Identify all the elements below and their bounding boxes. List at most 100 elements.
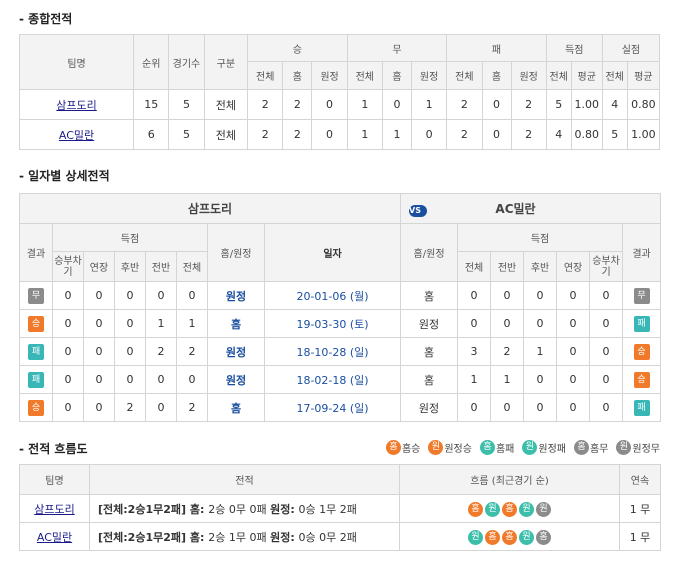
score-cell: 0: [83, 393, 115, 422]
daily-section-title: - 일자별 상세전적: [19, 169, 110, 183]
match-row: 승 0 0 0 1 1 홈 19-03-30 (토) 원정 0 0 0 0 0 패: [19, 309, 662, 338]
flow-circle-icon: 원: [536, 501, 551, 517]
score-cell: 0: [589, 393, 624, 422]
score-cell: 0: [83, 337, 115, 366]
score-cell: 0: [490, 281, 525, 310]
sub-total: 전체: [247, 61, 284, 90]
legend-item: 홈 홈승: [385, 440, 420, 455]
match-row: 무 0 0 0 0 0 원정 20-01-06 (월) 홈 0 0 0 0 0 무: [19, 281, 662, 310]
legend-item: 홈 홈무: [573, 440, 608, 455]
score-cell: 0: [523, 309, 558, 338]
legend-circle-icon: 홈: [479, 440, 495, 455]
score-cell: 0: [114, 281, 146, 310]
date-cell: 19-03-30 (토): [263, 309, 402, 338]
col-loss: 패: [446, 34, 547, 62]
score-cell: 1: [490, 365, 525, 394]
flow-circle-icon: 홈: [468, 501, 483, 517]
team-cell: AC밀란: [19, 522, 90, 551]
team-cell: AC밀란: [18, 119, 135, 150]
col-scored: 득점: [545, 34, 603, 62]
result-badge: 무: [633, 287, 650, 304]
sub-first: 전반: [145, 251, 177, 282]
record-away-label: 원정:: [270, 502, 299, 516]
sub-total: 전체: [545, 61, 572, 90]
stat-cell: 1: [346, 119, 383, 150]
stat-cell: 1: [346, 89, 383, 120]
score-cell: 0: [589, 309, 624, 338]
record-cell: [전체:2승1무2패] 홈: 2승 0무 0패 원정: 0승 1무 2패: [89, 494, 400, 523]
team-link[interactable]: AC밀란: [37, 531, 72, 544]
score-cell: 0: [523, 393, 558, 422]
col-type: 구분: [203, 34, 249, 90]
sub-avg: 평균: [626, 61, 661, 90]
score-cell: 0: [176, 281, 208, 310]
stat-cell: 0: [311, 89, 348, 120]
result-badge: 승: [28, 399, 44, 416]
match-row: 승 0 0 2 0 2 홈 17-09-24 (일) 원정 0 0 0 0 0 패: [19, 393, 662, 422]
summary-section-title: - 종합전적: [19, 12, 73, 26]
sub-second: 후반: [523, 251, 558, 282]
legend-label: 원정패: [538, 444, 566, 455]
score-cell: 0: [490, 393, 525, 422]
result-badge: 승: [633, 371, 650, 388]
stat-cell: 2: [446, 119, 483, 150]
venue-left-cell: 홈: [207, 393, 265, 422]
sub-home: 홈: [381, 61, 412, 90]
team-link[interactable]: 삼프도리: [34, 503, 74, 516]
score-cell: 0: [457, 393, 492, 422]
flow-row: 삼프도리 [전체:2승1무2패] 홈: 2승 0무 0패 원정: 0승 1무 2패…: [19, 494, 661, 523]
flow-col-record: 전적: [89, 464, 400, 495]
legend-circle-icon: 원: [428, 440, 444, 455]
sub-away: 원정: [510, 61, 547, 90]
col-date: 일자: [263, 223, 402, 282]
rank-cell: 15: [133, 89, 170, 120]
stat-cell: 0.80: [570, 119, 603, 150]
sub-shootout: 승부차기: [52, 251, 84, 282]
sub-extra: 연장: [83, 251, 115, 282]
score-cell: 0: [145, 365, 177, 394]
record-home-label: 홈:: [189, 530, 209, 544]
team-link[interactable]: 삼프도리: [56, 99, 96, 112]
result-badge: 패: [633, 315, 650, 332]
result-left-cell: 승: [19, 309, 53, 338]
type-cell: 전체: [203, 89, 249, 120]
record-home: 2승 0무 0패: [208, 502, 271, 516]
daily-table: 삼프도리 VS AC밀란 결과 득점 홈/원정 일자 홈/원정 득점 결과 승부…: [18, 193, 662, 422]
score-cell: 0: [523, 281, 558, 310]
score-cell: 0: [523, 365, 558, 394]
legend-circle-icon: 홈: [385, 440, 401, 455]
record-home-label: 홈:: [189, 502, 209, 516]
stat-cell: 2: [510, 119, 547, 150]
sub-avg: 평균: [570, 61, 603, 90]
result-right-cell: 승: [622, 337, 662, 366]
record-home: 2승 1무 0패: [208, 530, 271, 544]
stat-cell: 1.00: [570, 89, 603, 120]
col-games: 경기수: [168, 34, 205, 90]
streak-cell: 1 무: [619, 494, 661, 523]
team-link[interactable]: AC밀란: [59, 129, 94, 142]
score-cell: 0: [556, 365, 591, 394]
col-venue-left: 홈/원정: [207, 223, 265, 282]
legend-label: 홈패: [495, 444, 515, 455]
sub-home: 홈: [282, 61, 313, 90]
date-cell: 17-09-24 (일): [263, 393, 402, 422]
result-right-cell: 무: [622, 281, 662, 310]
score-cell: 0: [589, 281, 624, 310]
legend-label: 홈무: [589, 444, 609, 455]
col-team: 팀명: [18, 34, 135, 90]
score-cell: 0: [114, 337, 146, 366]
legend-circle-icon: 원: [522, 440, 538, 455]
stat-cell: 2: [247, 89, 284, 120]
venue-right-cell: 홈: [400, 281, 459, 310]
score-cell: 0: [52, 309, 84, 338]
flow-circle-icon: 원: [519, 529, 534, 545]
score-cell: 0: [490, 309, 525, 338]
score-cell: 0: [176, 365, 208, 394]
sub-second: 후반: [114, 251, 146, 282]
score-cell: 0: [52, 337, 84, 366]
legend-label: 원정승: [444, 444, 472, 455]
record-total: [전체:2승1무2패]: [98, 530, 190, 544]
team-cell: 삼프도리: [18, 89, 135, 120]
stat-cell: 5: [545, 89, 572, 120]
record-away: 0승 0무 2패: [298, 530, 357, 544]
